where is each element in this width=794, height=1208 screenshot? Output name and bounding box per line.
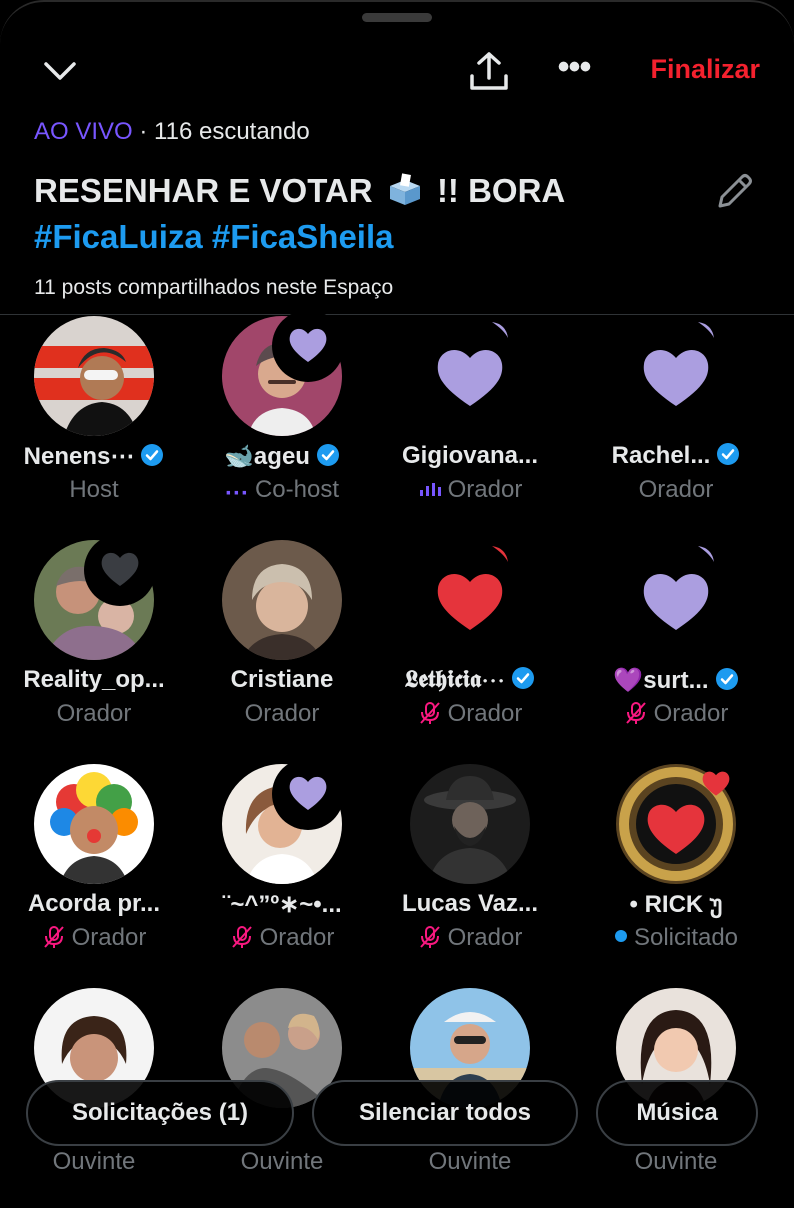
participant[interactable]: Gigiovana... Orador <box>376 316 564 536</box>
dots-icon: ··· <box>224 480 249 507</box>
participant-name: Nenens⋯ <box>0 442 188 471</box>
action-bar: Solicitações (1) Silenciar todos Música <box>0 1080 794 1150</box>
heart-icon <box>643 574 709 630</box>
participant-role: Orador <box>188 924 376 952</box>
participant-name: Rachel... <box>582 442 770 470</box>
avatar <box>222 540 342 660</box>
participant-role: Orador <box>0 924 188 952</box>
dot-icon <box>614 930 627 942</box>
participant-role: Orador <box>582 700 770 728</box>
reaction-badge <box>272 758 344 830</box>
participant[interactable]: Rachel... Orador <box>582 316 770 536</box>
verified-icon <box>717 443 740 465</box>
participant-role: Ouvinte <box>428 1148 512 1175</box>
participant-role: Orador <box>638 476 714 503</box>
participant-name: Cristiane <box>230 666 334 693</box>
heart-icon <box>437 350 503 406</box>
heart-icon <box>101 552 139 586</box>
avatar <box>34 764 154 884</box>
verified-icon <box>316 444 339 466</box>
mic-off-icon <box>419 926 440 948</box>
participant[interactable]: 💜surt... Orador <box>582 540 770 760</box>
reaction-badge <box>272 310 344 382</box>
participant[interactable]: Reality_op... Orador <box>0 534 188 760</box>
participant-name: Gigiovana... <box>401 442 539 469</box>
reaction-badge <box>84 534 156 606</box>
participant-name: Reality_op... <box>23 666 165 693</box>
participant-role: Orador <box>376 700 564 728</box>
participant[interactable]: Cristiane Orador <box>188 540 376 760</box>
participants-grid: Nenens⋯ Host 🐋ageu ··· Co-host Gigiovana.… <box>0 0 794 1200</box>
heart-icon <box>289 776 327 810</box>
participant-role: Orador <box>376 476 564 504</box>
mute-all-button[interactable]: Silenciar todos <box>312 1080 578 1146</box>
participant-name: ¨~^”º∗~•... <box>222 891 342 918</box>
heart-icon <box>643 350 709 406</box>
verified-icon <box>512 667 535 689</box>
participant[interactable]: Nenens⋯ Host <box>0 316 188 536</box>
participant[interactable]: Lucas Vaz... Orador <box>376 764 564 984</box>
mic-off-icon <box>43 926 64 948</box>
verified-icon <box>715 668 738 690</box>
speaking-indicator-icon <box>698 322 714 338</box>
participant[interactable]: • RICK უ Solicitado <box>582 764 770 984</box>
mic-off-icon <box>419 702 440 724</box>
speaking-indicator-icon <box>698 546 714 562</box>
participant-role: Ouvinte <box>52 1148 136 1175</box>
music-button[interactable]: Música <box>596 1080 758 1146</box>
participant-name: 🐋ageu <box>188 442 376 471</box>
requests-button[interactable]: Solicitações (1) <box>26 1080 294 1146</box>
mic-off-icon <box>625 702 646 724</box>
mic-off-icon <box>231 926 252 948</box>
verified-icon <box>141 444 164 466</box>
participant-role: Orador <box>376 924 564 952</box>
heart-icon <box>289 328 327 362</box>
participant[interactable]: 𝕷𝖊𝖙𝖍𝖎𝖈𝖎𝖆⋯ Orador <box>376 540 564 760</box>
audio-icon <box>419 483 441 496</box>
participant-role: Solicitado <box>582 924 770 952</box>
participant[interactable]: 🐋ageu ··· Co-host <box>188 310 376 536</box>
participant-role: Orador <box>56 700 132 727</box>
speaking-indicator-icon <box>492 322 508 338</box>
participant[interactable]: ¨~^”º∗~•... Orador <box>188 758 376 984</box>
participant-role: Host <box>69 476 119 503</box>
participant-name: • RICK უ <box>629 891 723 918</box>
participant-role: Ouvinte <box>634 1148 718 1175</box>
speaking-indicator-icon <box>492 546 508 562</box>
avatar <box>34 316 154 436</box>
participant-name: 💜surt... <box>582 666 770 695</box>
heart-icon <box>437 574 503 630</box>
avatar <box>410 764 530 884</box>
participant-name: 𝕷𝖊𝖙𝖍𝖎𝖈𝖎𝖆⋯ <box>376 666 564 694</box>
participant[interactable]: Acorda pr... Orador <box>0 764 188 984</box>
heart-icon <box>702 771 730 796</box>
participant-name: Acorda pr... <box>27 890 161 917</box>
participant-role: Ouvinte <box>240 1148 324 1175</box>
participant-role: ··· Co-host <box>224 476 340 507</box>
participant-role: Orador <box>244 700 320 727</box>
participant-name: Lucas Vaz... <box>401 890 539 917</box>
